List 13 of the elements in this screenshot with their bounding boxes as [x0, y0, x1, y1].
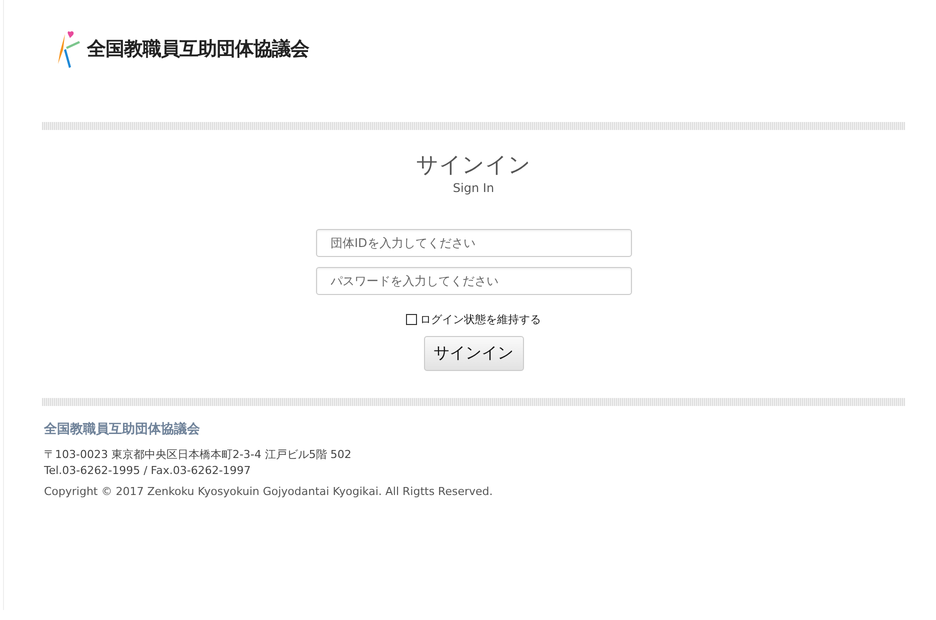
address-text: 〒103-0023 東京都中央区日本橋本町2-3-4 江戸ビル5階 502: [44, 447, 352, 463]
input-field[interactable]: パスワードを入力してください: [316, 267, 632, 295]
checkbox[interactable]: [406, 314, 417, 325]
logo-icon: [57, 30, 81, 68]
remember-label: ログイン状態を維持する: [420, 312, 541, 327]
signin-button[interactable]: サインイン: [424, 336, 524, 371]
input-field[interactable]: 団体IDを入力してください: [316, 229, 632, 257]
page-subtitle: Sign In: [452, 181, 494, 195]
site-title: 全国教職員互助団体協議会: [87, 37, 309, 62]
page-title: サインイン: [416, 152, 531, 180]
copyright-text: Copyright © 2017 Zenkoku Kyosyokuin Gojyodantai Kyogikai. All Rigtts Reserved.: [44, 484, 494, 500]
contact-text: Tel.03-6262-1995 / Fax.03-6262-1997: [44, 463, 252, 479]
footer-org-name: 全国教職員互助団体協議会: [44, 420, 201, 438]
